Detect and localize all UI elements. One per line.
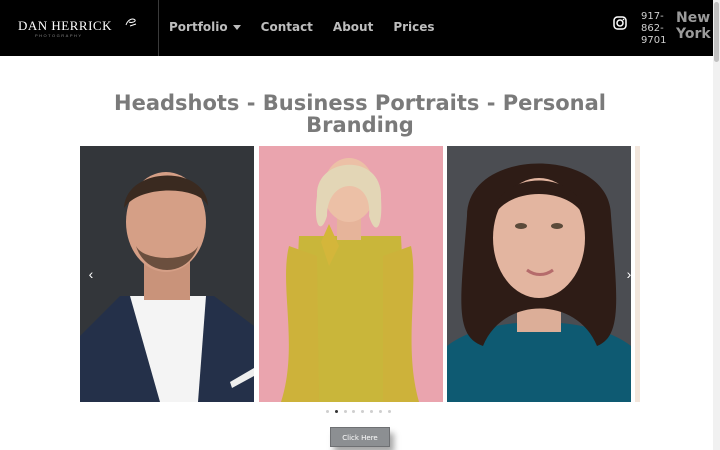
portrait-man-image [80,146,254,402]
carousel-dot[interactable] [369,410,373,413]
signature-icon [125,18,137,27]
phone-line: 9701 [641,35,667,46]
page-scrollbar[interactable] [713,0,720,450]
city-line: York [676,26,711,42]
phone-number[interactable]: 917- 862- 9701 [641,11,667,47]
nav-label-portfolio: Portfolio [169,20,228,34]
nav-item-contact[interactable]: Contact [261,20,313,34]
header-divider [158,0,159,56]
scrollbar-thumb[interactable] [714,2,719,62]
click-here-button[interactable]: Click Here [330,427,390,447]
carousel-dot[interactable] [361,410,365,413]
city-line: New [676,10,711,26]
carousel-slide[interactable] [447,146,631,402]
carousel-dot[interactable] [326,410,329,413]
carousel-slide[interactable] [259,146,443,402]
nav-label-prices: Prices [393,20,435,34]
city-label: New York [676,10,716,42]
carousel-dot[interactable] [352,410,356,413]
portrait-carousel[interactable]: ‹ › [80,146,640,402]
logo-name: DAN HERRICK [18,18,112,33]
chevron-right-icon[interactable]: › [622,266,636,282]
nav-label-contact: Contact [260,20,313,34]
carousel-dot-active[interactable] [334,410,338,413]
portrait-woman-yellow-image [259,146,443,402]
phone-line: 917- [641,11,664,22]
portrait-woman-teal-image [447,146,631,402]
logo-tagline: PHOTOGRAPHY [35,33,83,38]
site-logo[interactable]: DAN HERRICK PHOTOGRAPHY [18,13,111,41]
site-header: DAN HERRICK PHOTOGRAPHY Portfolio Contac… [0,0,713,56]
main-nav: Portfolio Contact About Prices [169,20,455,34]
carousel-pagination [326,410,396,413]
nav-item-about[interactable]: About [333,20,373,34]
chevron-left-icon[interactable]: ‹ [84,266,98,282]
carousel-slide[interactable] [80,146,254,402]
page-title: Headshots - Business Portraits - Persona… [114,91,606,137]
chevron-down-icon [232,24,241,30]
instagram-icon[interactable] [613,16,627,30]
carousel-dot[interactable] [387,410,391,413]
carousel-dot[interactable] [378,410,382,413]
nav-item-prices[interactable]: Prices [393,20,434,34]
nav-item-portfolio[interactable]: Portfolio [169,20,241,34]
carousel-dot[interactable] [343,410,347,413]
phone-line: 862- [641,23,664,34]
nav-label-about: About [332,20,374,34]
